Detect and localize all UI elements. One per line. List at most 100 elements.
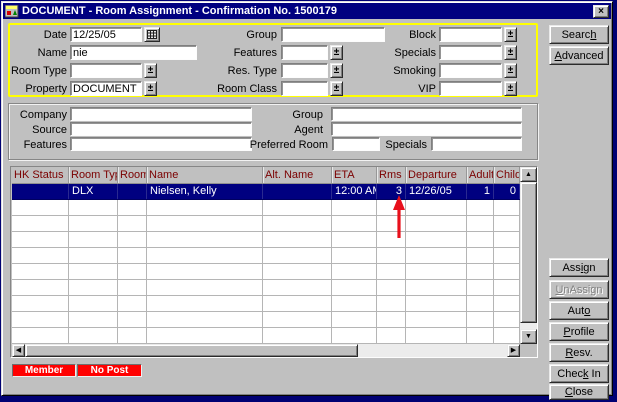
table-cell-empty [377, 280, 406, 295]
auto-button[interactable]: Auto [549, 301, 609, 320]
lov-icon: ± [148, 66, 154, 76]
specials-info-field[interactable] [431, 137, 522, 151]
table-row-empty[interactable] [12, 328, 520, 344]
table-cell-empty [494, 264, 520, 279]
table-row-empty[interactable] [12, 280, 520, 296]
table-row-empty[interactable] [12, 216, 520, 232]
table-cell-empty [377, 296, 406, 311]
table-row-empty[interactable] [12, 312, 520, 328]
vertical-scrollbar[interactable]: ▲ ▼ [520, 167, 537, 344]
table-row-selected[interactable]: DLX Nielsen, Kelly 12:00 AM 3 12/26/05 1… [12, 184, 520, 200]
room-type-label: Room Type [10, 65, 67, 78]
table-body: DLX Nielsen, Kelly 12:00 AM 3 12/26/05 1… [12, 184, 520, 344]
preferred-room-label: Preferred Room [240, 139, 328, 152]
room-type-field[interactable] [70, 63, 142, 78]
arrow-down-icon: ▼ [525, 333, 532, 340]
preferred-room-field[interactable] [332, 137, 380, 151]
profile-button[interactable]: Profile [549, 322, 609, 341]
table-cell-empty [118, 232, 147, 247]
search-button[interactable]: Search [549, 25, 609, 44]
results-table: HK Status Room Type Room Name Alt. Name … [10, 166, 538, 358]
close-button[interactable]: × [593, 5, 609, 18]
scroll-up-button[interactable]: ▲ [520, 167, 537, 182]
advanced-button[interactable]: Advanced [549, 46, 609, 65]
group-field[interactable] [281, 27, 385, 42]
agent-field[interactable] [331, 122, 522, 136]
table-header: HK Status Room Type Room Name Alt. Name … [12, 167, 520, 184]
horizontal-scrollbar[interactable]: ◀ ▶ [12, 344, 520, 357]
table-row-empty[interactable] [12, 232, 520, 248]
table-cell-empty [118, 280, 147, 295]
table-cell-empty [406, 200, 467, 215]
table-cell-empty [118, 216, 147, 231]
table-cell-empty [332, 280, 377, 295]
table-cell-empty [467, 296, 494, 311]
group-info-field[interactable] [331, 107, 522, 121]
table-cell-empty [406, 248, 467, 263]
property-lov-button[interactable]: ± [144, 81, 157, 96]
table-cell-empty [147, 216, 263, 231]
cell-name: Nielsen, Kelly [147, 184, 263, 199]
scroll-right-button[interactable]: ▶ [507, 344, 520, 357]
room-class-label: Room Class [215, 83, 277, 96]
name-field[interactable]: nie [70, 45, 197, 60]
features-label: Features [215, 47, 277, 60]
close-window-button[interactable]: Close [549, 384, 609, 400]
res-type-lov-button[interactable]: ± [330, 63, 343, 78]
features-field[interactable] [281, 45, 328, 60]
resv-button[interactable]: Resv. [549, 343, 609, 362]
table-cell-empty [406, 280, 467, 295]
scroll-down-button[interactable]: ▼ [520, 329, 537, 344]
smoking-field[interactable] [439, 63, 502, 78]
table-cell-empty [332, 328, 377, 343]
cell-room [118, 184, 147, 199]
table-cell-empty [377, 264, 406, 279]
table-cell-empty [263, 232, 332, 247]
table-cell-empty [494, 216, 520, 231]
source-field[interactable] [70, 122, 252, 136]
group-label: Group [215, 29, 277, 42]
specials-field[interactable] [439, 45, 502, 60]
property-field[interactable]: DOCUMENT [70, 81, 142, 96]
date-label: Date [10, 29, 67, 42]
table-row-empty[interactable] [12, 296, 520, 312]
room-type-lov-button[interactable]: ± [144, 63, 157, 78]
block-field[interactable] [439, 27, 502, 42]
table-cell-empty [118, 312, 147, 327]
check-in-button[interactable]: Check In [549, 364, 609, 383]
table-cell-empty [377, 328, 406, 343]
vip-lov-button[interactable]: ± [504, 81, 517, 96]
room-class-lov-button[interactable]: ± [330, 81, 343, 96]
table-cell-empty [263, 328, 332, 343]
titlebar: DOCUMENT - Room Assignment - Confirmatio… [3, 3, 611, 19]
cell-child: 0 [494, 184, 520, 199]
table-cell-empty [69, 216, 118, 231]
assign-button[interactable]: Assign [549, 258, 609, 277]
col-header-departure: Departure [406, 167, 467, 183]
room-class-field[interactable] [281, 81, 328, 96]
table-row-empty[interactable] [12, 264, 520, 280]
features-lov-button[interactable]: ± [330, 45, 343, 60]
vertical-scrollbar-thumb[interactable] [520, 182, 537, 323]
table-row-empty[interactable] [12, 200, 520, 216]
smoking-lov-button[interactable]: ± [504, 63, 517, 78]
block-lov-button[interactable]: ± [504, 27, 517, 42]
table-cell-empty [332, 264, 377, 279]
specials-lov-button[interactable]: ± [504, 45, 517, 60]
table-cell-empty [263, 200, 332, 215]
table-row-empty[interactable] [12, 248, 520, 264]
scroll-left-button[interactable]: ◀ [12, 344, 25, 357]
company-field[interactable] [70, 107, 252, 121]
features-info-field[interactable] [70, 137, 252, 151]
res-type-field[interactable] [281, 63, 328, 78]
date-field[interactable]: 12/25/05 [70, 27, 142, 42]
table-cell-empty [494, 296, 520, 311]
calendar-button[interactable] [144, 27, 160, 42]
horizontal-scrollbar-thumb[interactable] [25, 344, 358, 357]
table-cell-empty [406, 232, 467, 247]
table-cell-empty [406, 296, 467, 311]
vip-field[interactable] [439, 81, 502, 96]
table-cell-empty [494, 280, 520, 295]
unassign-button[interactable]: UnAssign [549, 280, 609, 299]
no-post-badge: No Post [77, 364, 142, 377]
